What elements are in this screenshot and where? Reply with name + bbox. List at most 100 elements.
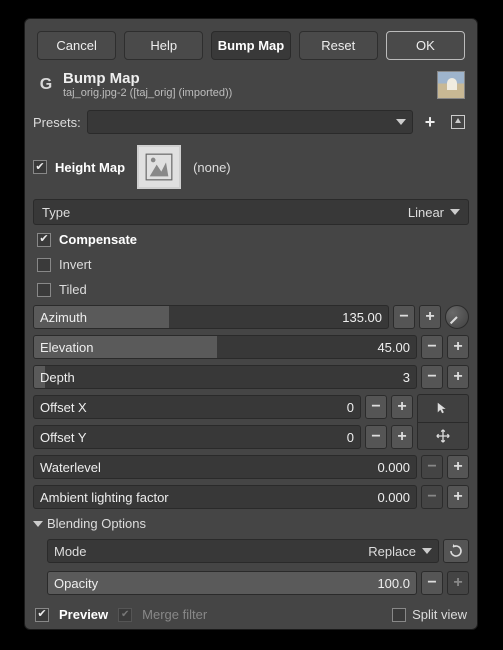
tiled-check-row[interactable]: Tiled [33, 279, 469, 300]
compensate-checkbox[interactable] [37, 233, 51, 247]
offset-x-row: Offset X 0 − + [33, 394, 413, 420]
azimuth-minus-button[interactable]: − [393, 305, 415, 329]
heightmap-label: Height Map [55, 160, 125, 175]
elevation-label: Elevation [34, 340, 93, 355]
chevron-down-icon [396, 119, 406, 125]
ambient-label: Ambient lighting factor [34, 490, 169, 505]
tiled-label: Tiled [59, 282, 87, 297]
preset-save-button[interactable] [447, 111, 469, 133]
header-text: Bump Map taj_orig.jpg-2 ([taj_orig] (imp… [63, 70, 429, 99]
azimuth-row: Azimuth 135.00 − + [33, 304, 469, 330]
preview-checkbox[interactable] [35, 608, 49, 622]
blending-header-label: Blending Options [47, 516, 146, 531]
dialog-subtitle: taj_orig.jpg-2 ([taj_orig] (imported)) [63, 87, 429, 99]
azimuth-plus-button[interactable]: + [419, 305, 441, 329]
reset-button[interactable]: Reset [299, 31, 378, 60]
invert-check-row[interactable]: Invert [33, 254, 469, 275]
mode-value: Replace [368, 544, 416, 559]
mode-combo[interactable]: Mode Replace [47, 539, 439, 563]
compensate-check-row[interactable]: Compensate [33, 229, 469, 250]
heightmap-picker[interactable] [137, 145, 181, 189]
split-view-label: Split view [412, 607, 467, 622]
opacity-label: Opacity [48, 576, 98, 591]
invert-checkbox[interactable] [37, 258, 51, 272]
reset-icon [448, 543, 464, 559]
preset-add-button[interactable]: + [419, 111, 441, 133]
opacity-minus-button[interactable]: − [421, 571, 443, 595]
offset-y-row: Offset Y 0 − + [33, 424, 413, 450]
cursor-pick-icon [418, 395, 468, 422]
opacity-row: Opacity 100.0 − + [33, 569, 469, 597]
type-value: Linear [408, 205, 444, 220]
title-tab: Bump Map [211, 31, 290, 60]
waterlevel-minus-button[interactable]: − [421, 455, 443, 479]
heightmap-checkbox[interactable] [33, 160, 47, 174]
ok-button[interactable]: OK [386, 31, 465, 60]
waterlevel-row: Waterlevel 0.000 − + [33, 454, 469, 480]
offset-x-label: Offset X [34, 400, 87, 415]
azimuth-value: 135.00 [342, 310, 388, 325]
opacity-slider[interactable]: Opacity 100.0 [47, 571, 417, 595]
elevation-minus-button[interactable]: − [421, 335, 443, 359]
offset-y-slider[interactable]: Offset Y 0 [33, 425, 361, 449]
image-thumbnail [437, 71, 465, 99]
dialog-button-row: Cancel Help Bump Map Reset OK [25, 19, 477, 70]
ambient-plus-button[interactable]: + [447, 485, 469, 509]
depth-minus-button[interactable]: − [421, 365, 443, 389]
azimuth-dial[interactable] [445, 305, 469, 329]
move-icon [418, 422, 468, 450]
offset-y-value: 0 [347, 430, 360, 445]
offset-x-plus-button[interactable]: + [391, 395, 413, 419]
waterlevel-value: 0.000 [377, 460, 416, 475]
elevation-slider[interactable]: Elevation 45.00 [33, 335, 417, 359]
cancel-button[interactable]: Cancel [37, 31, 116, 60]
ambient-minus-button[interactable]: − [421, 485, 443, 509]
depth-plus-button[interactable]: + [447, 365, 469, 389]
depth-slider[interactable]: Depth 3 [33, 365, 417, 389]
presets-combo[interactable] [87, 110, 413, 134]
offset-pick-tool[interactable] [417, 394, 469, 450]
dialog-header: G Bump Map taj_orig.jpg-2 ([taj_orig] (i… [25, 70, 477, 105]
bump-map-dialog: Cancel Help Bump Map Reset OK G Bump Map… [24, 18, 478, 630]
invert-label: Invert [59, 257, 92, 272]
dialog-content: Presets: + Height Map (none) Type [25, 105, 477, 630]
presets-row: Presets: + [33, 109, 469, 135]
footer-row: Preview ✔ Merge filter Split view [33, 603, 469, 622]
save-icon [451, 115, 465, 129]
waterlevel-label: Waterlevel [34, 460, 101, 475]
azimuth-label: Azimuth [34, 310, 87, 325]
mode-reset-button[interactable] [443, 539, 469, 563]
mode-row: Mode Replace [33, 537, 469, 565]
offset-y-plus-button[interactable]: + [391, 425, 413, 449]
dialog-title: Bump Map [63, 70, 429, 87]
preview-label: Preview [59, 607, 108, 622]
blending-header[interactable]: Blending Options [33, 514, 469, 533]
waterlevel-plus-button[interactable]: + [447, 455, 469, 479]
compensate-label: Compensate [59, 232, 137, 247]
azimuth-slider[interactable]: Azimuth 135.00 [33, 305, 389, 329]
chevron-down-icon [422, 548, 432, 554]
opacity-value: 100.0 [377, 576, 416, 591]
merge-checkbox[interactable]: ✔ [118, 608, 132, 622]
type-label: Type [42, 205, 408, 220]
split-view-checkbox[interactable] [392, 608, 406, 622]
heightmap-value: (none) [193, 160, 231, 175]
offset-group: Offset X 0 − + Offset Y 0 − + [33, 394, 469, 450]
ambient-row: Ambient lighting factor 0.000 − + [33, 484, 469, 510]
depth-label: Depth [34, 370, 75, 385]
opacity-plus-button[interactable]: + [447, 571, 469, 595]
elevation-plus-button[interactable]: + [447, 335, 469, 359]
help-button[interactable]: Help [124, 31, 203, 60]
elevation-row: Elevation 45.00 − + [33, 334, 469, 360]
tiled-checkbox[interactable] [37, 283, 51, 297]
offset-y-minus-button[interactable]: − [365, 425, 387, 449]
chevron-down-icon [450, 209, 460, 215]
waterlevel-slider[interactable]: Waterlevel 0.000 [33, 455, 417, 479]
elevation-value: 45.00 [377, 340, 416, 355]
offset-x-slider[interactable]: Offset X 0 [33, 395, 361, 419]
mode-label: Mode [54, 544, 87, 559]
offset-x-minus-button[interactable]: − [365, 395, 387, 419]
expand-icon [33, 521, 43, 527]
type-combo[interactable]: Type Linear [33, 199, 469, 225]
ambient-slider[interactable]: Ambient lighting factor 0.000 [33, 485, 417, 509]
